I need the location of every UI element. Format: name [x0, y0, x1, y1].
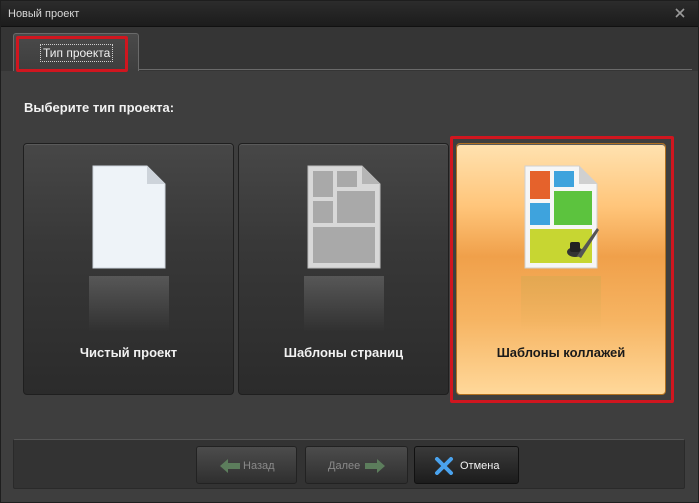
- tab-divider: [139, 69, 692, 70]
- project-type-label: Шаблоны страниц: [283, 345, 404, 360]
- arrow-right-icon: [365, 459, 385, 473]
- project-type-blank[interactable]: Чистый проект: [23, 143, 234, 395]
- page-templates-icon: [307, 165, 380, 269]
- icon-reflection: [88, 276, 169, 331]
- project-type-page-templates[interactable]: Шаблоны страниц: [238, 143, 449, 395]
- cancel-button[interactable]: Отмена: [414, 446, 519, 484]
- close-icon: [435, 457, 453, 475]
- title-bar: Новый проект: [1, 1, 698, 27]
- back-button[interactable]: Назад: [196, 446, 297, 484]
- next-button[interactable]: Далее: [305, 446, 408, 484]
- window-title: Новый проект: [8, 8, 80, 20]
- arrow-left-icon: [220, 459, 240, 473]
- new-project-dialog: Новый проект Тип проекта Выберите тип пр…: [0, 0, 699, 503]
- icon-reflection: [303, 276, 384, 331]
- highlight-frame: [16, 36, 128, 72]
- blank-document-icon: [92, 165, 165, 269]
- back-button-label: Назад: [243, 460, 275, 472]
- tab-project-type[interactable]: Тип проекта: [13, 33, 139, 72]
- next-button-label: Далее: [328, 460, 361, 472]
- selection-highlight-frame: [450, 136, 674, 403]
- cancel-button-label: Отмена: [460, 460, 500, 472]
- close-icon[interactable]: [672, 5, 688, 21]
- project-type-label: Чистый проект: [79, 345, 178, 360]
- page-heading: Выберите тип проекта:: [24, 100, 175, 115]
